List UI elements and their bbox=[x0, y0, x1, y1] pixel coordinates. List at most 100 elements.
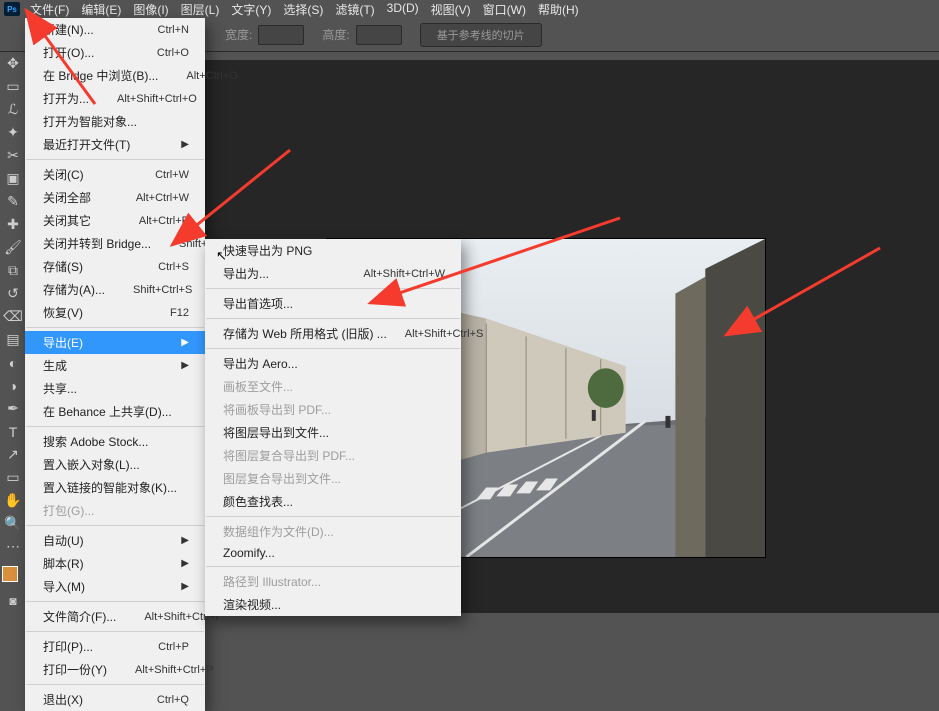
export-menu-item[interactable]: 将图层导出到文件... bbox=[205, 421, 461, 444]
tool-lasso[interactable]: ℒ bbox=[0, 98, 26, 121]
submenu-arrow-icon: ▶ bbox=[181, 139, 189, 150]
export-menu-item[interactable]: 导出为... Alt+Shift+Ctrl+W bbox=[205, 262, 461, 285]
slice-from-guides-button[interactable]: 基于参考线的切片 bbox=[420, 23, 542, 47]
file-menu-item[interactable]: 导出(E)▶ bbox=[25, 331, 205, 354]
height-input[interactable] bbox=[356, 25, 402, 45]
menu-item-label: 将图层复合导出到 PDF... bbox=[223, 447, 445, 464]
file-menu-item[interactable]: 新建(N)...Ctrl+N bbox=[25, 18, 205, 41]
menu-item-label: 存储为 Web 所用格式 (旧版) ... bbox=[223, 325, 387, 342]
export-menu-item[interactable]: Zoomify... bbox=[205, 543, 461, 563]
export-menu-item[interactable]: 存储为 Web 所用格式 (旧版) ...Alt+Shift+Ctrl+S bbox=[205, 322, 461, 345]
tool-dodge[interactable]: ◑ bbox=[0, 374, 26, 397]
export-menu-item: 将图层复合导出到 PDF... bbox=[205, 444, 461, 467]
file-menu-item: 打包(G)... bbox=[25, 499, 205, 522]
menu-item-label: 文件简介(F)... bbox=[43, 608, 116, 625]
file-menu-item[interactable]: 在 Bridge 中浏览(B)...Alt+Ctrl+O bbox=[25, 64, 205, 87]
export-menu-item[interactable]: 颜色查找表... bbox=[205, 490, 461, 513]
tool-zoom[interactable]: 🔍 bbox=[0, 512, 26, 535]
menu-item-label: 渲染视频... bbox=[223, 596, 445, 613]
file-menu-item[interactable]: 存储为(A)...Shift+Ctrl+S bbox=[25, 278, 205, 301]
tool-hand[interactable]: ✋ bbox=[0, 489, 26, 512]
file-menu-item[interactable]: 打印一份(Y)Alt+Shift+Ctrl+P bbox=[25, 658, 205, 681]
menu-图层(L)[interactable]: 图层(L) bbox=[175, 0, 226, 20]
file-menu-item[interactable]: 置入链接的智能对象(K)... bbox=[25, 476, 205, 499]
submenu-arrow-icon: ▶ bbox=[181, 535, 189, 546]
tool-stamp[interactable]: ⧉ bbox=[0, 259, 26, 282]
export-menu-item[interactable]: 导出首选项... bbox=[205, 292, 461, 315]
export-menu-item[interactable]: 快速导出为 PNG bbox=[205, 239, 461, 262]
file-menu-item[interactable]: 关闭并转到 Bridge...Shift+Ctrl+W bbox=[25, 232, 205, 255]
file-menu-item[interactable]: 存储(S)Ctrl+S bbox=[25, 255, 205, 278]
tool-frame[interactable]: ▣ bbox=[0, 167, 26, 190]
file-menu-item[interactable]: 置入嵌入对象(L)... bbox=[25, 453, 205, 476]
file-menu-item[interactable]: 打开为智能对象... bbox=[25, 110, 205, 133]
file-menu-item[interactable]: 打印(P)...Ctrl+P bbox=[25, 635, 205, 658]
menu-item-shortcut: Alt+Ctrl+O bbox=[186, 70, 237, 82]
tool-more[interactable]: ⋯ bbox=[0, 535, 26, 558]
file-menu-item[interactable]: 关闭其它Alt+Ctrl+P bbox=[25, 209, 205, 232]
menu-窗口(W)[interactable]: 窗口(W) bbox=[477, 0, 532, 20]
menu-选择(S)[interactable]: 选择(S) bbox=[277, 0, 329, 20]
menu-separator bbox=[26, 525, 204, 526]
menu-文件(F)[interactable]: 文件(F) bbox=[24, 0, 75, 20]
file-menu-item[interactable]: 退出(X)Ctrl+Q bbox=[25, 688, 205, 711]
tool-path[interactable]: ↗ bbox=[0, 443, 26, 466]
file-menu-item[interactable]: 打开(O)...Ctrl+O bbox=[25, 41, 205, 64]
tool-gradient[interactable]: ▤ bbox=[0, 328, 26, 351]
tool-crop[interactable]: ✂ bbox=[0, 144, 26, 167]
menu-item-label: 导出为... bbox=[223, 265, 345, 282]
menu-item-label: 共享... bbox=[43, 380, 189, 397]
menu-编辑(E)[interactable]: 编辑(E) bbox=[75, 0, 127, 20]
menu-视图(V)[interactable]: 视图(V) bbox=[425, 0, 477, 20]
menu-item-shortcut: Ctrl+P bbox=[158, 641, 189, 653]
file-menu[interactable]: 新建(N)...Ctrl+N打开(O)...Ctrl+O在 Bridge 中浏览… bbox=[25, 18, 205, 711]
tool-eyedropper[interactable]: ✎ bbox=[0, 190, 26, 213]
file-menu-item[interactable]: 恢复(V)F12 bbox=[25, 301, 205, 324]
file-menu-item[interactable]: 文件简介(F)...Alt+Shift+Ctrl+I bbox=[25, 605, 205, 628]
file-menu-item[interactable]: 导入(M)▶ bbox=[25, 575, 205, 598]
color-swatches[interactable] bbox=[0, 564, 26, 590]
menu-separator bbox=[26, 631, 204, 632]
menu-帮助(H)[interactable]: 帮助(H) bbox=[532, 0, 585, 20]
menu-item-shortcut: Alt+Shift+Ctrl+W bbox=[363, 268, 445, 280]
tool-heal[interactable]: ✚ bbox=[0, 213, 26, 236]
file-menu-item[interactable]: 在 Behance 上共享(D)... bbox=[25, 400, 205, 423]
menu-item-label: 存储(S) bbox=[43, 258, 130, 275]
file-menu-item[interactable]: 关闭全部Alt+Ctrl+W bbox=[25, 186, 205, 209]
tool-move[interactable]: ✥ bbox=[0, 52, 26, 75]
menu-separator bbox=[26, 327, 204, 328]
export-submenu[interactable]: 快速导出为 PNG 导出为... Alt+Shift+Ctrl+W 导出首选项... 存… bbox=[205, 239, 461, 616]
tool-blur[interactable]: ◐ bbox=[0, 351, 26, 374]
menu-item-label: 数据组作为文件(D)... bbox=[223, 523, 445, 540]
menu-图像(I)[interactable]: 图像(I) bbox=[127, 0, 174, 20]
tool-type[interactable]: T bbox=[0, 420, 26, 443]
tool-history[interactable]: ↺ bbox=[0, 282, 26, 305]
export-menu-item[interactable]: 导出为 Aero... bbox=[205, 352, 461, 375]
quick-mask-icon[interactable]: ◙ bbox=[0, 590, 26, 612]
file-menu-item[interactable]: 搜索 Adobe Stock... bbox=[25, 430, 205, 453]
file-menu-item[interactable]: 脚本(R)▶ bbox=[25, 552, 205, 575]
file-menu-item[interactable]: 最近打开文件(T) ▶ bbox=[25, 133, 205, 156]
tool-pen[interactable]: ✒ bbox=[0, 397, 26, 420]
menu-item-label: 关闭(C) bbox=[43, 166, 127, 183]
file-menu-item[interactable]: 生成▶ bbox=[25, 354, 205, 377]
menu-item-label: 最近打开文件(T) bbox=[43, 136, 153, 153]
menu-separator bbox=[206, 318, 460, 319]
tool-marquee[interactable]: ▭ bbox=[0, 75, 26, 98]
tool-wand[interactable]: ✦ bbox=[0, 121, 26, 144]
menu-文字(Y)[interactable]: 文字(Y) bbox=[225, 0, 277, 20]
file-menu-item[interactable]: 打开为...Alt+Shift+Ctrl+O bbox=[25, 87, 205, 110]
menu-item-label: 新建(N)... bbox=[43, 21, 130, 38]
file-menu-item[interactable]: 共享... bbox=[25, 377, 205, 400]
menu-item-label: 关闭并转到 Bridge... bbox=[43, 235, 151, 252]
file-menu-item[interactable]: 关闭(C)Ctrl+W bbox=[25, 163, 205, 186]
tool-eraser[interactable]: ⌫ bbox=[0, 305, 26, 328]
file-menu-item[interactable]: 自动(U)▶ bbox=[25, 529, 205, 552]
width-input[interactable] bbox=[258, 25, 304, 45]
tool-brush[interactable]: 🖌 bbox=[0, 236, 26, 259]
menu-3D(D)[interactable]: 3D(D) bbox=[381, 0, 425, 20]
menu-滤镜(T)[interactable]: 滤镜(T) bbox=[329, 0, 380, 20]
tool-rectangle[interactable]: ▭ bbox=[0, 466, 26, 489]
menu-item-label: 在 Bridge 中浏览(B)... bbox=[43, 67, 158, 84]
menu-item-label: 打包(G)... bbox=[43, 502, 189, 519]
